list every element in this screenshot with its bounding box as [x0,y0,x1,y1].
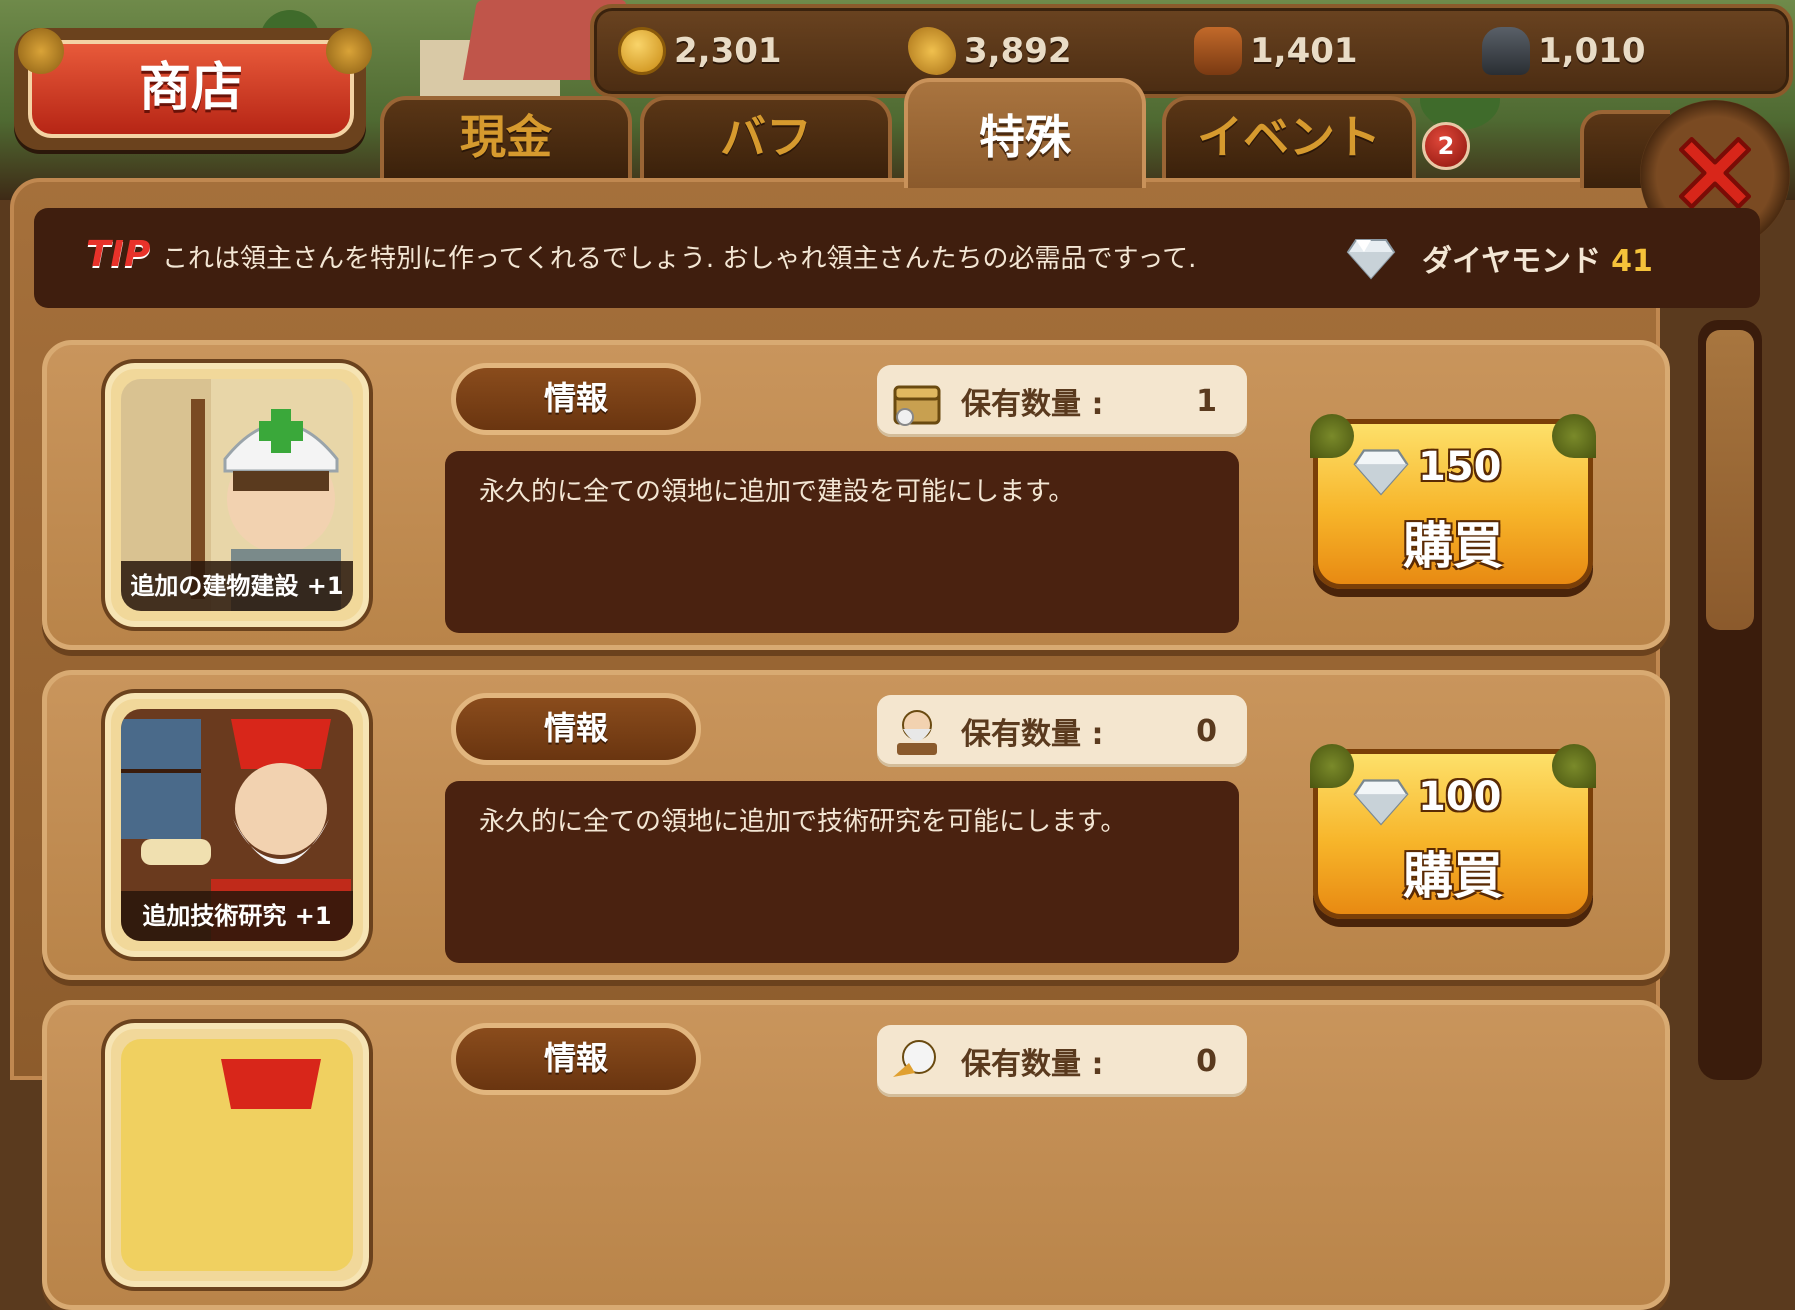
laurel-icon [326,28,372,74]
owned-quantity: 保有数量 : 1 [877,365,1247,437]
shop-item-card: 追加技術研究 +1 情報 保有数量 : 0 永久的に全ての領地に追加で技術研究を… [42,670,1670,980]
info-button[interactable]: 情報 [451,363,701,435]
resource-stone-value: 1,010 [1538,31,1646,71]
tab-special[interactable]: 特殊 [904,78,1146,188]
gold-coin-icon [618,27,666,75]
tip-label: TIP [86,234,151,275]
scroll-icon [893,1040,936,1077]
item-caption: 追加技術研究 +1 [121,891,353,941]
resource-gold: 2,301 [618,26,782,76]
item-description: 永久的に全ての領地に追加で建設を可能にします。 [445,451,1239,633]
tip-text: これは領主さんを特別に作ってくれるでしょう. おしゃれ領主さんたちの必需品ですっ… [162,244,1197,274]
resource-grain: 3,892 [908,26,1072,76]
owned-label: 保有数量 : [961,387,1104,422]
price-value: 150 [1418,444,1502,490]
laurel-icon [1552,414,1596,458]
diamond-icon [1353,449,1409,496]
diamond-icon [1346,239,1396,280]
diamond-label: ダイヤモンド [1422,244,1602,279]
chest-icon [893,385,941,426]
price-value: 100 [1418,774,1502,820]
tab-cash[interactable]: 現金 [380,96,632,178]
item-description: 永久的に全ての領地に追加で技術研究を可能にします。 [445,781,1239,963]
tab-buff[interactable]: バフ [640,96,892,178]
event-notification-badge: 2 [1422,122,1470,170]
shop-item-card: 追加の建物建設 +1 情報 保有数量 : 1 永久的に全ての領地に追加で建設を可… [42,340,1670,650]
wood-icon [1194,27,1242,75]
laurel-icon [1552,744,1596,788]
owned-label: 保有数量 : [961,1047,1104,1082]
item-caption: 追加の建物建設 +1 [121,561,353,611]
info-button[interactable]: 情報 [451,1023,701,1095]
owned-quantity: 保有数量 : 0 [877,1025,1247,1097]
grain-icon [908,27,956,75]
resource-gold-value: 2,301 [674,31,782,71]
resource-wood-value: 1,401 [1250,31,1358,71]
owned-value: 1 [1196,383,1217,419]
tip-bar: TIP これは領主さんを特別に作ってくれるでしょう. おしゃれ領主さんたちの必需… [34,208,1760,308]
stone-icon [1482,27,1530,75]
item-portrait: 追加技術研究 +1 [105,693,369,957]
shop-item-card: 情報 保有数量 : 0 [42,1000,1670,1310]
resource-grain-value: 3,892 [964,31,1072,71]
laurel-icon [18,28,64,74]
tab-event[interactable]: イベント [1162,96,1416,178]
buy-button[interactable]: 100 購買 [1310,744,1596,919]
diamond-icon [1353,779,1409,826]
scholar-icon [897,710,937,755]
resource-bar: 2,301 3,892 1,401 1,010 [590,4,1793,98]
diamond-count: 41 [1611,244,1653,279]
resource-wood: 1,401 [1194,26,1358,76]
item-portrait: 追加の建物建設 +1 [105,363,369,627]
laurel-icon [1310,414,1354,458]
item-portrait [105,1023,369,1287]
buy-label: 購買 [1403,517,1503,575]
info-button[interactable]: 情報 [451,693,701,765]
owned-label: 保有数量 : [961,717,1104,752]
diamond-balance: ダイヤモンド 41 [1422,236,1653,280]
owned-value: 0 [1196,1043,1217,1079]
resource-stone: 1,010 [1482,26,1646,76]
scroll-thumb[interactable] [1706,330,1754,630]
owned-quantity: 保有数量 : 0 [877,695,1247,767]
owned-value: 0 [1196,713,1217,749]
king-portrait-icon [121,1039,353,1271]
buy-button[interactable]: 150 購買 [1310,414,1596,589]
buy-label: 購買 [1403,847,1503,905]
shop-title: 商店 [28,40,354,138]
laurel-icon [1310,744,1354,788]
